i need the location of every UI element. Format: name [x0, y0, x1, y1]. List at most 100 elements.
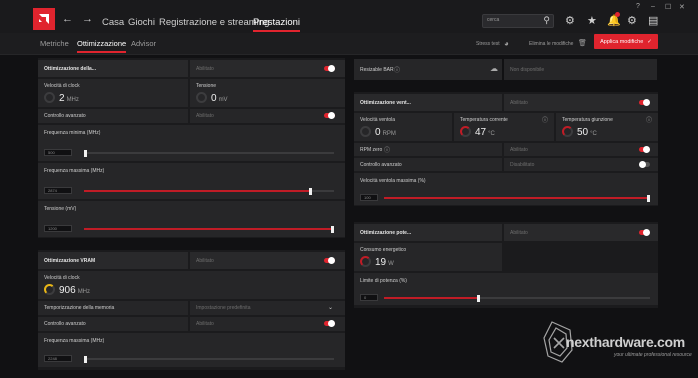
slider-thumb[interactable]: [308, 187, 312, 195]
fan-speed-gauge: [360, 126, 371, 137]
vram-tuning-panel: Ottimizzazione VRAM Abilitato Velocità d…: [38, 250, 345, 370]
gpu-clock-gauge: [44, 92, 55, 103]
gpu-advanced-toggle[interactable]: [324, 112, 335, 119]
bug-icon[interactable]: ⚙: [565, 14, 575, 27]
close-icon[interactable]: ✕: [679, 3, 685, 11]
gpu-voltage-slider[interactable]: [84, 225, 334, 233]
temp-junction-box: Temperatura giunzione ⓘ 50 °C: [556, 113, 658, 141]
tab-giochi[interactable]: Giochi: [128, 17, 155, 28]
gpu-min-freq-value[interactable]: 500: [44, 149, 72, 156]
vram-toggle[interactable]: [324, 257, 335, 264]
power-limit-slider[interactable]: [384, 294, 650, 302]
vram-advanced-toggle[interactable]: [324, 320, 335, 327]
fan-advanced-row: Controllo avanzato: [354, 158, 502, 171]
gauge-icon: ◕: [504, 39, 509, 48]
fan-title-row: Ottimizzazione vent...: [354, 94, 502, 111]
check-icon: ✓: [647, 38, 652, 45]
resizable-bar-label: Resizable BAR: [360, 67, 394, 73]
fan-toggle[interactable]: [639, 99, 650, 106]
slider-thumb[interactable]: [647, 194, 650, 202]
fan-advanced-toggle[interactable]: [639, 161, 650, 168]
power-title: Ottimizzazione pote...: [360, 230, 412, 236]
gpu-voltage-slider-value[interactable]: 1200: [44, 225, 72, 232]
help-icon[interactable]: ?: [636, 3, 640, 10]
fan-speed-box: Velocità ventola 0 RPM: [354, 113, 452, 141]
gpu-advanced-label: Controllo avanzato: [44, 113, 86, 119]
resizable-bar-status-row: Non disponibile: [504, 59, 657, 80]
star-icon[interactable]: ★: [587, 14, 597, 27]
info-icon[interactable]: ⓘ: [394, 65, 400, 74]
tab-casa[interactable]: Casa: [102, 17, 124, 28]
slider-thumb[interactable]: [84, 355, 87, 363]
zero-rpm-toggle[interactable]: [639, 146, 650, 153]
info-icon[interactable]: ⓘ: [646, 115, 652, 124]
gpu-voltage-gauge: [196, 92, 207, 103]
vram-advanced-toggle-row: Abilitato: [190, 317, 345, 331]
zero-rpm-label: RPM zero: [360, 147, 383, 153]
back-icon[interactable]: ←: [62, 13, 73, 25]
tab-prestazioni[interactable]: Prestazioni: [253, 17, 300, 32]
fan-max-speed-value[interactable]: 100: [360, 194, 378, 201]
gpu-max-freq-slider[interactable]: [84, 187, 334, 195]
search-icon[interactable]: ⚲: [543, 15, 550, 26]
vram-advanced-status: Abilitato: [196, 321, 214, 327]
vram-clock-value: 906 MHz: [59, 285, 90, 296]
info-icon[interactable]: ⓘ: [542, 115, 548, 124]
power-number: 19: [375, 257, 387, 268]
forward-icon[interactable]: →: [82, 13, 93, 25]
gpu-min-freq-slider[interactable]: [84, 149, 334, 157]
gpu-max-freq-value[interactable]: 2874: [44, 187, 72, 194]
gpu-clock-number: 2: [59, 93, 65, 104]
gpu-clock-value: 2 MHz: [59, 93, 79, 104]
gpu-tuning-toggle[interactable]: [324, 65, 335, 72]
fan-advanced-label: Controllo avanzato: [360, 162, 402, 168]
amd-logo[interactable]: [33, 8, 55, 30]
sidebar-icon[interactable]: ▤: [648, 14, 658, 27]
fan-status: Abilitato: [510, 100, 528, 106]
slider-thumb[interactable]: [331, 225, 334, 233]
power-tuning-panel: Ottimizzazione pote... Abilitato Consumo…: [354, 222, 658, 308]
gpu-clock-box: Velocità di clock 2 MHz: [38, 79, 188, 107]
fan-advanced-toggle-row: Disabilitato: [504, 158, 658, 171]
apply-changes-button[interactable]: Applica modifiche ✓: [594, 34, 658, 49]
fan-speed-number: 0: [375, 127, 381, 138]
vram-max-freq-row: Frequenza massima (MHz) 2248: [38, 333, 345, 367]
fan-speed-value: 0 RPM: [375, 127, 396, 138]
gpu-clock-unit: MHz: [66, 97, 79, 103]
power-toggle[interactable]: [639, 229, 650, 236]
discard-changes-button[interactable]: Elimina le modifiche: [529, 41, 573, 47]
power-title-row: Ottimizzazione pote...: [354, 224, 502, 241]
minimize-icon[interactable]: –: [651, 3, 655, 10]
vram-timing-select[interactable]: Impostazione predefinita ⌄: [190, 301, 345, 315]
search-placeholder: cerca: [487, 17, 500, 23]
gear-icon[interactable]: ⚙: [627, 14, 637, 27]
power-consumption-label: Consumo energetico: [360, 247, 407, 253]
vram-clock-unit: MHz: [77, 289, 91, 295]
zero-rpm-status: Abilitato: [510, 147, 528, 153]
fan-max-speed-slider[interactable]: [384, 194, 650, 202]
slider-thumb[interactable]: [84, 149, 87, 157]
watermark-brand: nexthardware.com: [566, 334, 685, 350]
stress-test-button[interactable]: Stress test: [476, 41, 500, 47]
temp-current-unit: °C: [488, 131, 495, 137]
vram-max-freq-value[interactable]: 2248: [44, 355, 72, 362]
fan-title: Ottimizzazione vent...: [360, 100, 411, 106]
tab-metriche[interactable]: Metriche: [40, 39, 69, 48]
power-limit-value[interactable]: 0: [360, 294, 378, 301]
temp-current-box: Temperatura corrente ⓘ 47 °C: [454, 113, 554, 141]
notification-badge: [615, 12, 620, 17]
slider-thumb[interactable]: [476, 294, 480, 302]
tab-ottimizzazione[interactable]: Ottimizzazione: [77, 39, 127, 53]
top-bar: ← → Casa Giochi Registrazione e streamin…: [0, 0, 698, 33]
watermark-tagline: your ultimate professional resource: [614, 352, 692, 358]
trash-icon[interactable]: 🗑: [578, 39, 587, 47]
info-icon[interactable]: ⓘ: [384, 145, 390, 154]
tab-advisor[interactable]: Advisor: [131, 39, 156, 48]
power-limit-label: Limite di potenza (%): [360, 278, 407, 284]
search-input[interactable]: cerca ⚲: [482, 14, 554, 28]
vram-clock-gauge: [44, 284, 55, 295]
resizable-bar-status: Non disponibile: [510, 67, 545, 73]
vram-max-freq-slider[interactable]: [84, 355, 334, 363]
temp-current-number: 47: [475, 127, 487, 138]
maximize-icon[interactable]: ☐: [665, 3, 671, 11]
